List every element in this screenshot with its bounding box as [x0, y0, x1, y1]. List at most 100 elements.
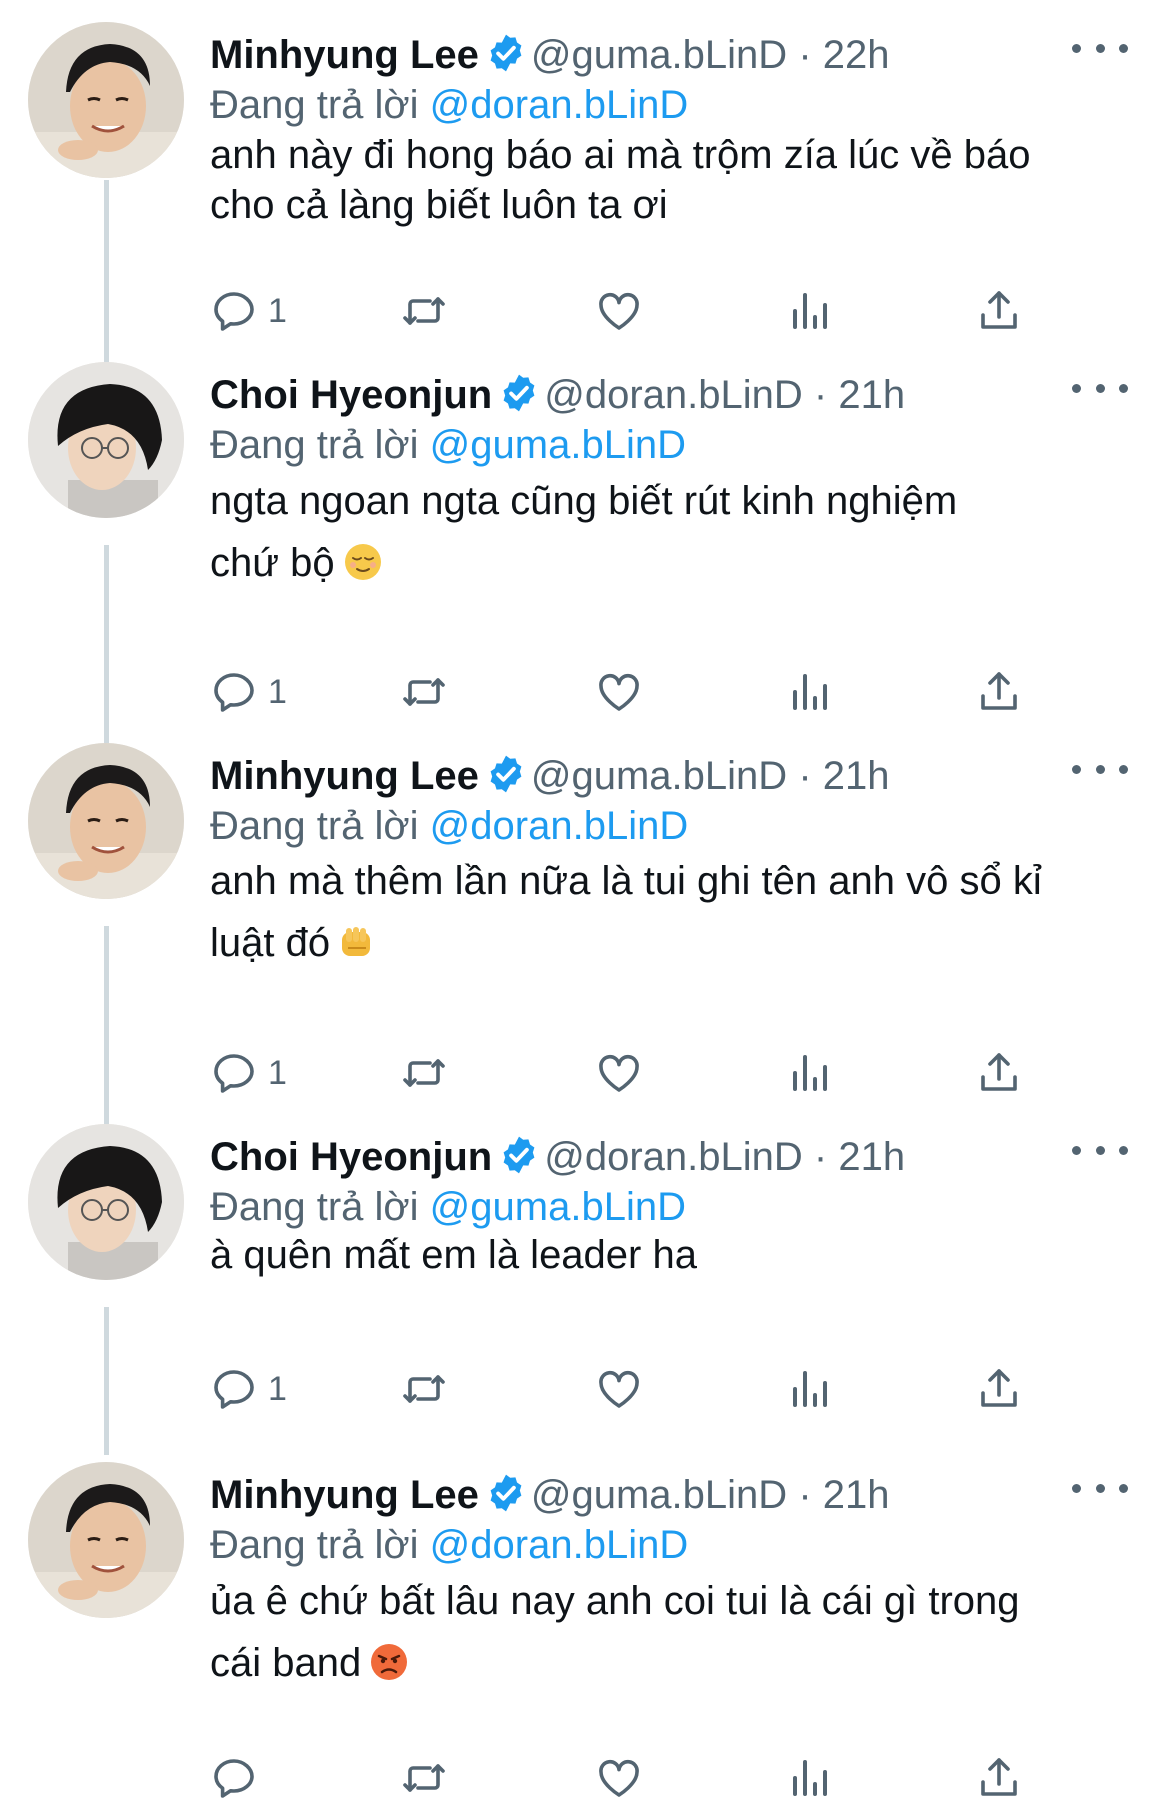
replying-to-mention[interactable]: @guma.bLinD [430, 1185, 686, 1229]
relieved-face-icon [344, 544, 381, 580]
separator: · [813, 1135, 828, 1179]
retweet-button[interactable] [400, 1361, 448, 1417]
retweet-button[interactable] [400, 1750, 448, 1806]
more-options-icon[interactable] [1072, 28, 1128, 68]
reply-count: 1 [268, 1053, 287, 1092]
author-name[interactable]: Choi Hyeonjun [210, 373, 492, 417]
retweet-icon [400, 287, 448, 335]
separator: · [798, 33, 812, 77]
tweet-actions: 1 [210, 1045, 1030, 1101]
share-button[interactable] [975, 1750, 1023, 1806]
replying-to-mention[interactable]: @doran.bLinD [430, 83, 689, 127]
views-icon [785, 287, 833, 335]
reply-button[interactable] [210, 1750, 268, 1806]
tweet-header: Minhyung Lee @guma.bLinD · 22h [210, 30, 1108, 80]
like-button[interactable] [595, 283, 643, 339]
author-name[interactable]: Minhyung Lee [210, 1473, 479, 1517]
views-button[interactable] [785, 1361, 833, 1417]
tweet-text-content: ngta ngoan ngta cũng biết rút kinh nghiệ… [210, 479, 958, 585]
share-icon [975, 1365, 1023, 1413]
tweet-header: Choi Hyeonjun @doran.bLinD · 21h [210, 1132, 1108, 1182]
share-button[interactable] [975, 1361, 1023, 1417]
more-options-icon[interactable] [1072, 1468, 1128, 1508]
author-handle[interactable]: @doran.bLinD [544, 373, 803, 417]
replying-to-label: Đang trả lời [210, 423, 419, 467]
author-handle[interactable]: @guma.bLinD [531, 754, 787, 798]
timestamp[interactable]: 21h [838, 373, 905, 417]
heart-icon [595, 1754, 643, 1802]
reply-button[interactable]: 1 [210, 664, 287, 720]
verified-badge-icon [490, 1474, 522, 1512]
tweet-actions [210, 1750, 1030, 1806]
tweet-header: Minhyung Lee @guma.bLinD · 21h [210, 1470, 1108, 1520]
more-options-icon[interactable] [1072, 749, 1128, 789]
share-icon [975, 287, 1023, 335]
timestamp[interactable]: 21h [823, 754, 890, 798]
like-button[interactable] [595, 1361, 643, 1417]
timestamp[interactable]: 21h [823, 1473, 890, 1517]
reply-button[interactable]: 1 [210, 1045, 287, 1101]
more-options-icon[interactable] [1072, 368, 1128, 408]
reply-button[interactable]: 1 [210, 283, 287, 339]
views-icon [785, 1049, 833, 1097]
replying-to: Đang trả lời @doran.bLinD [210, 80, 688, 130]
like-button[interactable] [595, 1045, 643, 1101]
reply-icon [210, 668, 258, 716]
views-button[interactable] [785, 1750, 833, 1806]
author-handle[interactable]: @guma.bLinD [531, 33, 787, 77]
tweet-actions: 1 [210, 1361, 1030, 1417]
share-button[interactable] [975, 1045, 1023, 1101]
views-button[interactable] [785, 664, 833, 720]
author-name[interactable]: Minhyung Lee [210, 754, 479, 798]
timestamp[interactable]: 22h [823, 33, 890, 77]
angry-face-icon [371, 1644, 408, 1680]
reply-button[interactable]: 1 [210, 1361, 287, 1417]
replying-to-mention[interactable]: @doran.bLinD [430, 1523, 689, 1567]
avatar[interactable] [28, 1124, 184, 1280]
retweet-icon [400, 1049, 448, 1097]
share-button[interactable] [975, 283, 1023, 339]
like-button[interactable] [595, 1750, 643, 1806]
heart-icon [595, 1049, 643, 1097]
replying-to-mention[interactable]: @doran.bLinD [430, 804, 689, 848]
replying-to: Đang trả lời @doran.bLinD [210, 801, 688, 851]
views-icon [785, 1365, 833, 1413]
like-button[interactable] [595, 664, 643, 720]
thread-connector [104, 1307, 109, 1455]
replying-to-mention[interactable]: @guma.bLinD [430, 423, 686, 467]
timestamp[interactable]: 21h [838, 1135, 905, 1179]
tweet-actions: 1 [210, 664, 1030, 720]
reply-icon [210, 1754, 258, 1802]
heart-icon [595, 287, 643, 335]
tweet-header: Choi Hyeonjun @doran.bLinD · 21h [210, 370, 1108, 420]
views-button[interactable] [785, 283, 833, 339]
retweet-button[interactable] [400, 664, 448, 720]
separator: · [798, 1473, 812, 1517]
thread-connector [104, 545, 109, 745]
reply-icon [210, 1049, 258, 1097]
tweet-actions: 1 [210, 283, 1030, 339]
tweet-text-content: ủa ê chứ bất lâu nay anh coi tui là cái … [210, 1579, 1020, 1685]
tweet-text: à quên mất em là leader ha [210, 1230, 1128, 1280]
avatar[interactable] [28, 22, 184, 178]
views-button[interactable] [785, 1045, 833, 1101]
share-icon [975, 1754, 1023, 1802]
author-handle[interactable]: @doran.bLinD [544, 1135, 803, 1179]
separator: · [813, 373, 828, 417]
retweet-button[interactable] [400, 1045, 448, 1101]
author-name[interactable]: Choi Hyeonjun [210, 1135, 492, 1179]
more-options-icon[interactable] [1072, 1130, 1128, 1170]
tweet-text-content: anh mà thêm lần nữa là tui ghi tên anh v… [210, 859, 1042, 965]
avatar[interactable] [28, 743, 184, 899]
thread-connector [104, 926, 109, 1134]
avatar[interactable] [28, 362, 184, 518]
tweet-text-content: à quên mất em là leader ha [210, 1233, 697, 1277]
retweet-button[interactable] [400, 283, 448, 339]
verified-badge-icon [503, 1136, 535, 1174]
avatar[interactable] [28, 1462, 184, 1618]
share-button[interactable] [975, 664, 1023, 720]
author-handle[interactable]: @guma.bLinD [531, 1473, 787, 1517]
author-name[interactable]: Minhyung Lee [210, 33, 479, 77]
verified-badge-icon [503, 374, 535, 412]
replying-to: Đang trả lời @doran.bLinD [210, 1520, 688, 1570]
